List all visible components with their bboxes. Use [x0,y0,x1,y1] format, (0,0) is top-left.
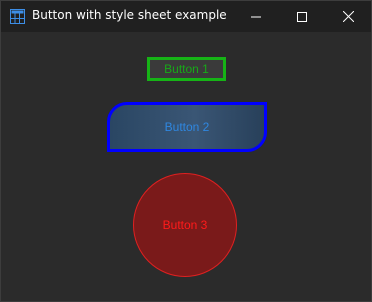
button-1[interactable]: Button 1 [147,57,226,81]
close-button[interactable] [325,1,371,32]
close-icon [342,11,354,22]
button-2[interactable]: Button 2 [107,102,267,152]
app-window: Button with style sheet example Button 1… [0,0,372,302]
minimize-icon [251,12,261,22]
window-title: Button with style sheet example [32,8,227,22]
minimize-button[interactable] [233,1,279,32]
title-bar[interactable]: Button with style sheet example [1,1,371,32]
maximize-icon [297,11,307,22]
maximize-button[interactable] [279,1,325,32]
window-content: Button 1 Button 2 Button 3 [1,32,371,301]
window-grid-icon [10,9,25,24]
button-3[interactable]: Button 3 [133,173,237,277]
